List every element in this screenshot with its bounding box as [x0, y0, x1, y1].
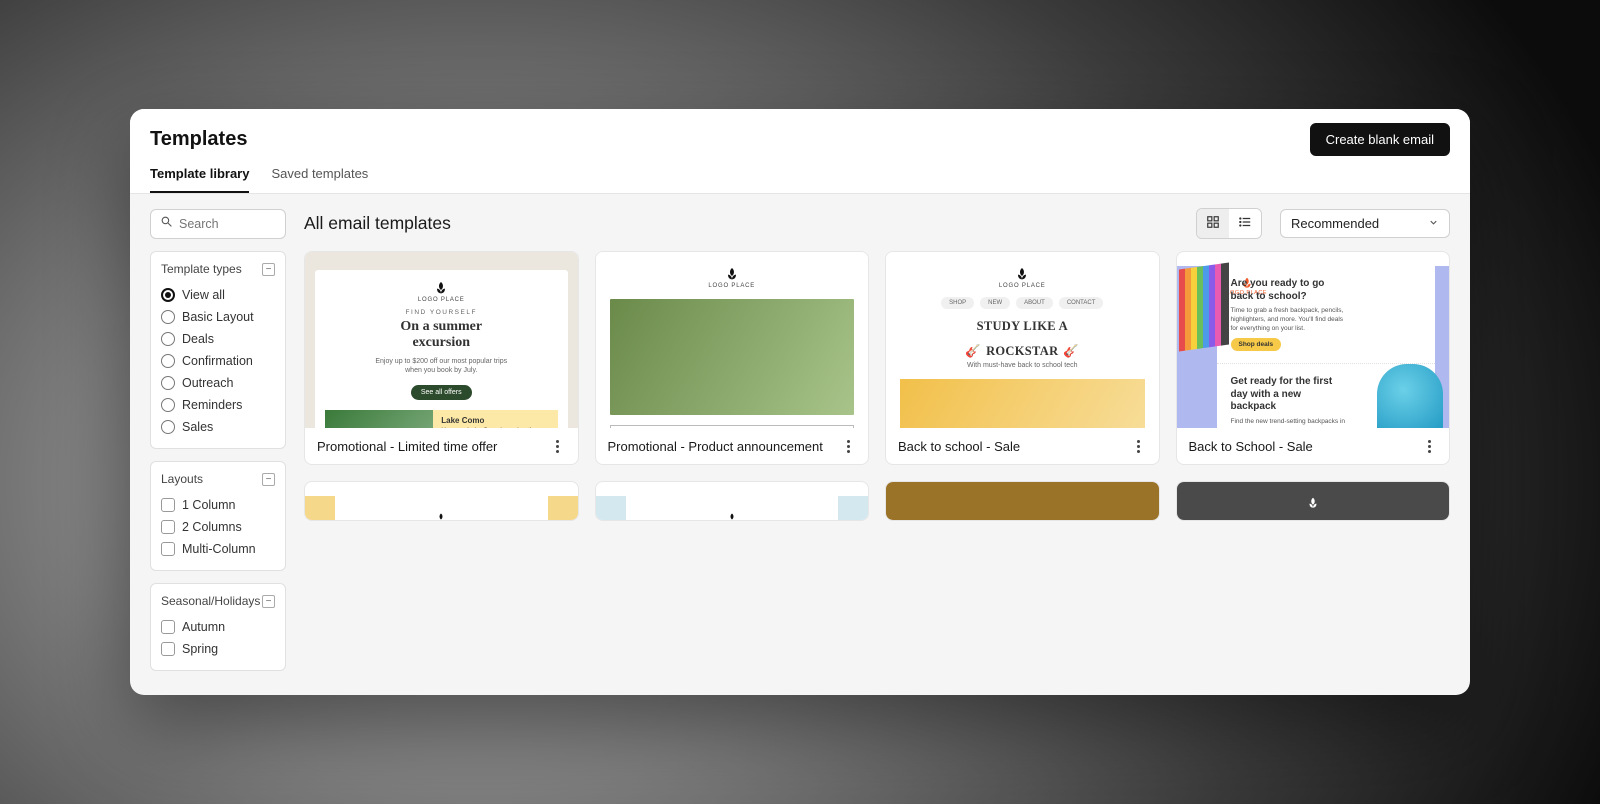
list-icon [1238, 215, 1252, 232]
grid-icon [1206, 215, 1220, 232]
toolbar: All email templates Recommended [130, 194, 1470, 251]
type-outreach[interactable]: Outreach [161, 372, 275, 394]
collapse-icon[interactable]: − [262, 595, 275, 608]
header: Templates Create blank email Template li… [130, 109, 1470, 194]
collapse-icon[interactable]: − [262, 263, 275, 276]
template-card[interactable]: LOGO PLACE FIND YOURSELF On a summerexcu… [304, 251, 579, 465]
checkbox-icon [161, 620, 175, 634]
type-reminders[interactable]: Reminders [161, 394, 275, 416]
sidebar: Template types − View all Basic Layout D… [150, 251, 286, 695]
grid-view-button[interactable] [1197, 209, 1229, 238]
tabs: Template library Saved templates [150, 166, 1450, 193]
radio-icon [161, 376, 175, 390]
filter-layouts: Layouts − 1 Column 2 Columns Multi-Colum… [150, 461, 286, 571]
list-view-button[interactable] [1229, 209, 1261, 238]
tab-template-library[interactable]: Template library [150, 166, 249, 193]
radio-icon [161, 398, 175, 412]
template-card[interactable] [304, 481, 579, 521]
chevron-down-icon [1428, 216, 1439, 231]
search-icon [160, 215, 173, 233]
sort-value: Recommended [1291, 216, 1379, 231]
radio-icon [161, 332, 175, 346]
body: Template types − View all Basic Layout D… [130, 251, 1470, 695]
template-card[interactable] [1176, 481, 1451, 521]
template-preview: LOGO PLACE Are you ready to go back to s… [1177, 252, 1450, 428]
template-card[interactable]: LOGO PLACE Are you ready to go back to s… [1176, 251, 1451, 465]
type-view-all[interactable]: View all [161, 284, 275, 306]
page-title: Templates [150, 128, 247, 151]
checkbox-icon [161, 498, 175, 512]
checkbox-icon [161, 642, 175, 656]
radio-icon [161, 354, 175, 368]
layout-1-column[interactable]: 1 Column [161, 494, 275, 516]
template-card[interactable] [595, 481, 870, 521]
more-icon[interactable] [550, 438, 566, 454]
template-title: Promotional - Product announcement [608, 439, 823, 454]
template-preview: LOGO PLACE SHOP NOW Our Most Popular Pla… [596, 252, 869, 428]
seasonal-spring[interactable]: Spring [161, 638, 275, 660]
logo-icon: LOGO PLACE [325, 280, 558, 303]
radio-icon [161, 288, 175, 302]
logo-icon: LOGO PLACE [610, 266, 855, 289]
type-confirmation[interactable]: Confirmation [161, 350, 275, 372]
sort-select[interactable]: Recommended [1280, 209, 1450, 238]
radio-icon [161, 310, 175, 324]
type-sales[interactable]: Sales [161, 416, 275, 438]
template-grid: LOGO PLACE FIND YOURSELF On a summerexcu… [304, 251, 1450, 465]
search-input-wrapper[interactable] [150, 209, 286, 239]
collapse-icon[interactable]: − [262, 473, 275, 486]
more-icon[interactable] [840, 438, 856, 454]
filter-title: Template types [161, 262, 242, 276]
filter-seasonal: Seasonal/Holidays − Autumn Spring [150, 583, 286, 671]
seasonal-autumn[interactable]: Autumn [161, 616, 275, 638]
template-title: Back to school - Sale [898, 439, 1020, 454]
section-title: All email templates [304, 213, 451, 234]
logo-icon: LOGO PLACE [900, 266, 1145, 289]
radio-icon [161, 420, 175, 434]
template-card[interactable]: LOGO PLACE SHOP NOW Our Most Popular Pla… [595, 251, 870, 465]
type-basic-layout[interactable]: Basic Layout [161, 306, 275, 328]
template-grid-row2 [304, 481, 1450, 695]
type-deals[interactable]: Deals [161, 328, 275, 350]
layout-multi-column[interactable]: Multi-Column [161, 538, 275, 560]
layout-2-columns[interactable]: 2 Columns [161, 516, 275, 538]
app-window: Templates Create blank email Template li… [130, 109, 1470, 695]
create-blank-email-button[interactable]: Create blank email [1310, 123, 1450, 156]
template-title: Back to School - Sale [1189, 439, 1313, 454]
template-card[interactable]: LOGO PLACE SHOPNEWABOUTCONTACT STUDY LIK… [885, 251, 1160, 465]
filter-template-types: Template types − View all Basic Layout D… [150, 251, 286, 449]
search-input[interactable] [179, 217, 276, 231]
checkbox-icon [161, 520, 175, 534]
template-card[interactable] [885, 481, 1160, 521]
filter-title: Layouts [161, 472, 203, 486]
template-preview: LOGO PLACE FIND YOURSELF On a summerexcu… [305, 252, 578, 428]
filter-title: Seasonal/Holidays [161, 594, 260, 608]
template-title: Promotional - Limited time offer [317, 439, 497, 454]
more-icon[interactable] [1421, 438, 1437, 454]
template-preview: LOGO PLACE SHOPNEWABOUTCONTACT STUDY LIK… [886, 252, 1159, 428]
checkbox-icon [161, 542, 175, 556]
more-icon[interactable] [1131, 438, 1147, 454]
tab-saved-templates[interactable]: Saved templates [271, 166, 368, 193]
view-toggle [1196, 208, 1262, 239]
